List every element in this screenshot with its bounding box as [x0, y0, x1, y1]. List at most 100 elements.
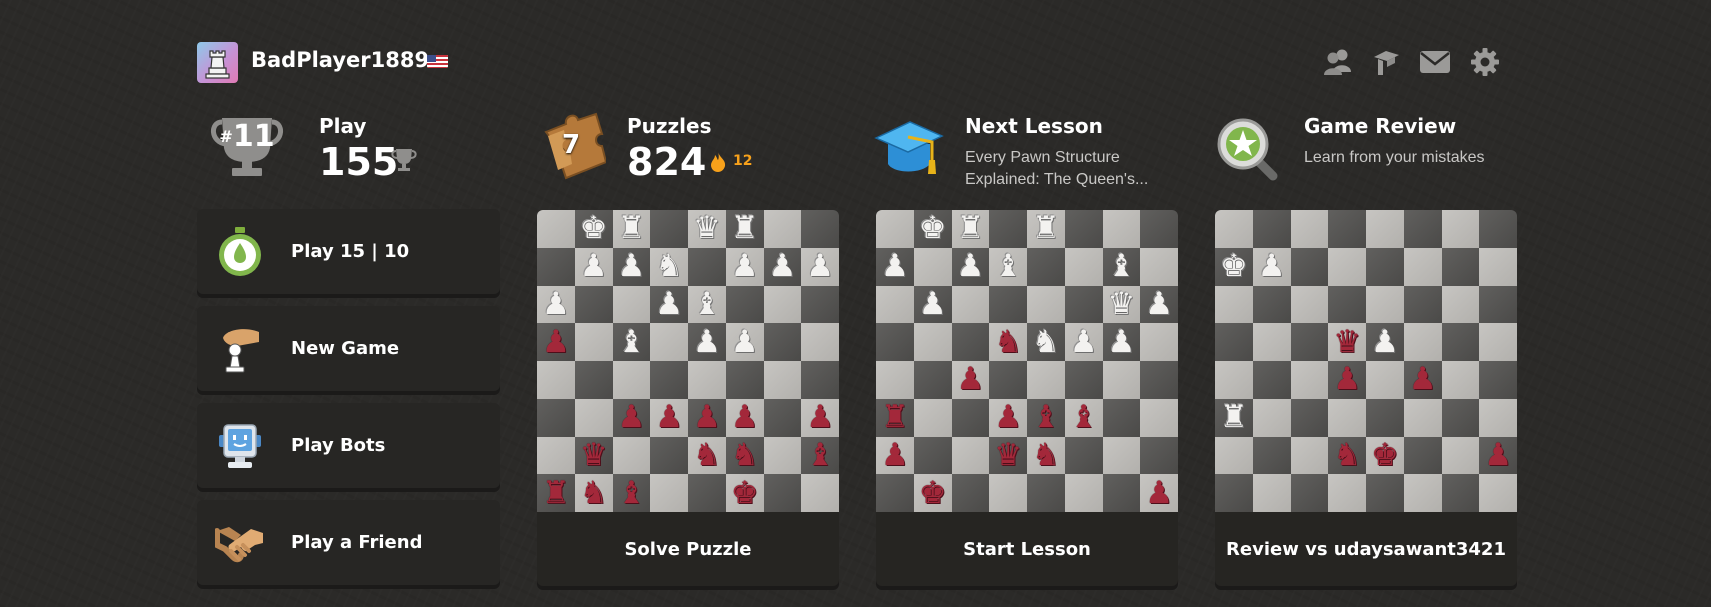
avatar[interactable] — [197, 42, 238, 83]
board-square[interactable]: ♛ — [1102, 285, 1141, 324]
board-square[interactable] — [763, 398, 802, 437]
board-square[interactable]: ♝ — [1027, 398, 1065, 437]
board-square[interactable] — [537, 210, 575, 248]
board-square[interactable] — [1366, 285, 1404, 324]
puzzle-card[interactable]: ♚ ♜ ♛ ♜ ♟ ♟ ♞ ♟ ♟ ♟ ♟ ♟ ♝ ♟ ♝ ♟ ♟ ♟ ♟ ♟ ♟ ♟ ♛ ♞ ♞ ♝ ♜ ♞ ♝ ♚ Solve Puz… — [537, 210, 839, 586]
board-square[interactable]: ♟ — [1102, 323, 1141, 361]
board-square[interactable]: ♛ — [1328, 323, 1366, 361]
board-square[interactable]: ♜ — [1215, 398, 1253, 437]
white-pawn-icon[interactable]: ♟ — [881, 251, 909, 282]
board-square[interactable]: ♝ — [801, 436, 839, 475]
lesson-card[interactable]: ♚ ♜ ♜ ♟ ♟ ♝ ♝ ♟ ♛ ♟ ♞ ♞ ♟ ♟ ♟ ♜ ♟ ♝ ♝ ♟ ♛ ♞ ♚ ♟ Start Lesson — [876, 210, 1178, 586]
white-king-icon[interactable]: ♚ — [1220, 251, 1248, 282]
board-square[interactable]: ♝ — [612, 323, 651, 361]
white-rook-icon[interactable]: ♜ — [956, 213, 984, 244]
black-pawn-icon[interactable]: ♟ — [1484, 439, 1512, 471]
white-king-icon[interactable]: ♚ — [919, 213, 947, 244]
black-knight-icon[interactable]: ♞ — [1333, 439, 1361, 471]
board-square[interactable] — [1403, 398, 1442, 437]
board-square[interactable] — [1027, 247, 1065, 286]
board-square[interactable] — [1441, 247, 1480, 286]
board-square[interactable]: ♟ — [688, 398, 726, 437]
board-square[interactable]: ♟ — [1479, 436, 1517, 475]
board-square[interactable]: ♟ — [612, 398, 651, 437]
play-15-10-button[interactable]: Play 15 | 10 — [197, 209, 500, 294]
board-square[interactable]: ♝ — [612, 474, 651, 512]
white-pawn-icon[interactable]: ♟ — [956, 251, 984, 282]
board-square[interactable]: ♝ — [989, 247, 1027, 286]
black-queen-icon[interactable]: ♛ — [580, 439, 608, 471]
board-square[interactable] — [1027, 361, 1065, 399]
black-bishop-icon[interactable]: ♝ — [1032, 402, 1060, 433]
black-rook-icon[interactable]: ♜ — [881, 402, 909, 433]
black-pawn-icon[interactable]: ♟ — [806, 402, 834, 433]
board-square[interactable] — [1140, 323, 1178, 361]
board-square[interactable] — [688, 474, 726, 512]
board-square[interactable] — [801, 361, 839, 399]
white-pawn-icon[interactable]: ♟ — [731, 326, 759, 358]
white-pawn-icon[interactable]: ♟ — [580, 251, 608, 282]
board-square[interactable] — [1215, 285, 1253, 324]
black-king-icon[interactable]: ♚ — [731, 477, 759, 509]
lesson-board[interactable]: ♚ ♜ ♜ ♟ ♟ ♝ ♝ ♟ ♛ ♟ ♞ ♞ ♟ ♟ ♟ ♜ ♟ ♝ ♝ ♟ ♛ ♞ ♚ ♟ — [876, 210, 1178, 512]
board-square[interactable] — [1403, 247, 1442, 286]
board-square[interactable]: ♟ — [650, 285, 688, 324]
white-pawn-icon[interactable]: ♟ — [1107, 326, 1135, 358]
board-square[interactable] — [1328, 210, 1366, 248]
board-square[interactable]: ♟ — [876, 436, 914, 475]
board-square[interactable] — [1064, 474, 1103, 512]
board-square[interactable] — [1328, 474, 1366, 512]
board-square[interactable] — [1140, 398, 1178, 437]
white-pawn-icon[interactable]: ♟ — [655, 288, 683, 320]
board-square[interactable]: ♜ — [725, 210, 764, 248]
black-pawn-icon[interactable]: ♟ — [542, 326, 570, 358]
board-square[interactable] — [1441, 361, 1480, 399]
black-pawn-icon[interactable]: ♟ — [1145, 477, 1173, 509]
black-pawn-icon[interactable]: ♟ — [655, 402, 683, 433]
black-bishop-icon[interactable]: ♝ — [806, 439, 834, 471]
messages-icon[interactable] — [1418, 45, 1452, 79]
black-rook-icon[interactable]: ♜ — [542, 477, 570, 509]
board-square[interactable]: ♟ — [725, 323, 764, 361]
username[interactable]: BadPlayer1889 — [251, 45, 429, 75]
board-square[interactable] — [1064, 436, 1103, 475]
white-pawn-icon[interactable]: ♟ — [617, 251, 645, 282]
white-rook-icon[interactable]: ♜ — [617, 213, 645, 244]
white-queen-icon[interactable]: ♛ — [1107, 288, 1135, 320]
board-square[interactable] — [1102, 436, 1141, 475]
white-pawn-icon[interactable]: ♟ — [693, 326, 721, 358]
board-square[interactable]: ♟ — [763, 247, 802, 286]
board-square[interactable] — [876, 210, 914, 248]
friends-icon[interactable] — [1321, 45, 1355, 79]
board-square[interactable] — [1441, 323, 1480, 361]
board-square[interactable] — [1328, 247, 1366, 286]
black-pawn-icon[interactable]: ♟ — [1409, 364, 1437, 395]
board-square[interactable] — [1479, 210, 1517, 248]
board-square[interactable] — [763, 436, 802, 475]
board-square[interactable] — [763, 323, 802, 361]
board-square[interactable]: ♟ — [1403, 361, 1442, 399]
board-square[interactable]: ♞ — [989, 323, 1027, 361]
board-square[interactable] — [951, 285, 990, 324]
board-square[interactable] — [1252, 474, 1291, 512]
review-game-button[interactable]: Review vs udaysawant3421 — [1215, 512, 1517, 586]
board-square[interactable] — [1479, 474, 1517, 512]
board-square[interactable]: ♟ — [574, 247, 613, 286]
white-knight-icon[interactable]: ♞ — [1032, 326, 1060, 358]
board-square[interactable]: ♟ — [951, 247, 990, 286]
board-square[interactable]: ♟ — [1140, 285, 1178, 324]
board-square[interactable] — [688, 247, 726, 286]
start-lesson-button[interactable]: Start Lesson — [876, 512, 1178, 586]
black-pawn-icon[interactable]: ♟ — [731, 402, 759, 433]
board-square[interactable] — [1215, 436, 1253, 475]
board-square[interactable] — [951, 474, 990, 512]
board-square[interactable]: ♜ — [951, 210, 990, 248]
board-square[interactable] — [1215, 210, 1253, 248]
board-square[interactable]: ♟ — [1328, 361, 1366, 399]
board-square[interactable] — [913, 398, 952, 437]
review-board[interactable]: ♚ ♟ ♛ ♟ ♟ ♟ ♜ ♞ ♚ ♟ — [1215, 210, 1517, 512]
board-square[interactable] — [801, 474, 839, 512]
board-square[interactable] — [650, 436, 688, 475]
board-square[interactable]: ♚ — [574, 210, 613, 248]
board-square[interactable] — [951, 436, 990, 475]
